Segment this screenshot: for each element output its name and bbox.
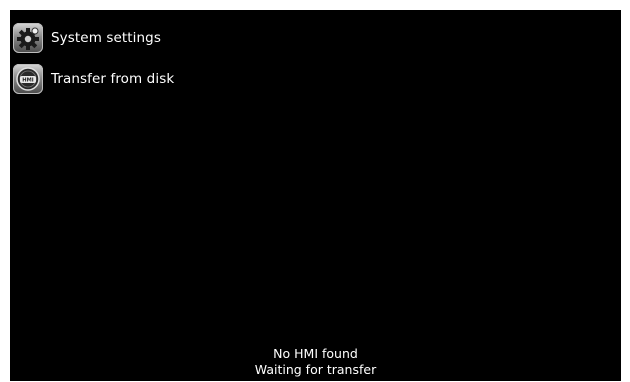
status-waiting-text: Waiting for transfer: [254, 362, 377, 377]
transfer-from-disk-button[interactable]: HMI Transfer from disk: [13, 63, 174, 95]
hmi-disk-icon: HMI: [13, 64, 43, 94]
transfer-from-disk-label: Transfer from disk: [51, 71, 175, 87]
system-settings-label: System settings: [51, 30, 161, 46]
status-no-hmi-text: No HMI found: [273, 346, 358, 361]
hmi-screen: System settings HMI Transfer from disk N…: [10, 10, 621, 381]
svg-text:HMI: HMI: [22, 78, 34, 84]
system-settings-button[interactable]: System settings: [13, 22, 161, 54]
gear-icon: [13, 23, 43, 53]
